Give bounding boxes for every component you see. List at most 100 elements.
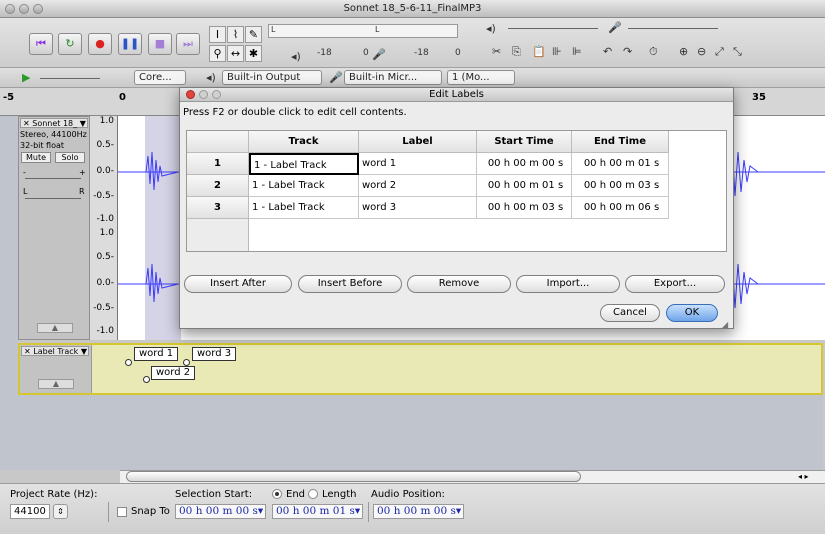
remove-button[interactable]: Remove [407,275,511,293]
gain-minus-label: - [23,168,26,177]
label-track-name-menu[interactable]: ✕ Label Track ▼ [21,346,89,356]
collapse-track-icon[interactable]: ▲ [37,323,73,333]
cell-track[interactable]: 1 - Label Track [249,153,359,175]
snap-to-checkbox[interactable] [117,507,127,517]
length-radio[interactable] [308,489,318,499]
time-shift-tool-icon[interactable]: ↔ [227,45,244,62]
zoom-in-icon[interactable]: ⊕ [679,45,688,58]
scroll-arrows-icon[interactable]: ◂ ▸ [798,472,809,481]
play-at-speed-icon[interactable]: ▶ [22,71,30,84]
zoom-tool-icon[interactable]: ⚲ [209,45,226,62]
cell-end-time[interactable]: 00 h 00 m 03 s [572,175,669,197]
column-header-label[interactable]: Label [359,131,477,153]
length-radio-label: Length [322,489,357,500]
cell-label[interactable]: word 2 [359,175,477,197]
time-format-dropdown-icon[interactable]: ▾ [456,505,461,517]
cell-end-time[interactable]: 00 h 00 m 01 s [572,153,669,175]
column-header-start-time[interactable]: Start Time [477,131,572,153]
cell-label[interactable]: word 3 [359,197,477,219]
left-gutter [0,116,18,470]
label-word-2[interactable]: word 2 [151,366,196,380]
solo-button[interactable]: Solo [55,152,85,163]
empty-track-area[interactable] [18,395,823,470]
insert-before-button[interactable]: Insert Before [298,275,402,293]
label-track-control-panel[interactable]: ✕ Label Track ▼ ▲ [20,345,92,393]
ok-button[interactable]: OK [666,304,718,322]
playback-volume-slider[interactable] [508,28,598,29]
selection-end-time[interactable]: 00 h 00 m 01 s▾ [272,504,363,519]
sync-lock-icon[interactable]: ⏱ [649,45,658,59]
cell-label[interactable]: word 1 [359,153,477,175]
input-device-select[interactable]: Built-in Micr... [344,70,442,85]
audio-position-time[interactable]: 00 h 00 m 00 s▾ [373,504,464,519]
audio-position-value: 00 h 00 m 00 s [377,505,456,517]
vruler-tick: 1.0 [99,116,114,126]
selection-tool-icon[interactable]: I [209,26,226,43]
multi-tool-icon[interactable]: ✱ [245,45,262,62]
end-radio[interactable] [272,489,282,499]
audio-host-select[interactable]: Core... [134,70,186,85]
cell-track[interactable]: 1 - Label Track [249,175,359,197]
draw-tool-icon[interactable]: ✎ [245,26,262,43]
fit-selection-icon[interactable]: ⤢ [715,45,724,59]
trim-icon[interactable]: ⊪ [552,45,562,58]
time-format-dropdown-icon[interactable]: ▾ [258,505,263,517]
label-handle-icon[interactable] [183,359,190,366]
time-format-dropdown-icon[interactable]: ▾ [355,505,360,517]
cell-start-time[interactable]: 00 h 00 m 03 s [477,197,572,219]
label-word-3[interactable]: word 3 [192,347,237,361]
insert-after-button[interactable]: Insert After [184,275,292,293]
record-volume-slider[interactable] [628,28,718,29]
paste-icon[interactable]: 📋 [532,45,546,58]
row-header[interactable]: 3 [187,197,249,219]
cell-start-time[interactable]: 00 h 00 m 01 s [477,175,572,197]
stop-button[interactable]: ■ [148,33,172,55]
dialog-close-icon[interactable] [186,90,195,99]
record-button[interactable]: ● [88,33,112,55]
skip-to-end-button[interactable]: ⏭ [176,33,200,55]
cell-track[interactable]: 1 - Label Track [249,197,359,219]
pause-button[interactable]: ❚❚ [118,33,142,55]
label-word-1[interactable]: word 1 [134,347,179,361]
project-rate-select[interactable]: 44100 [10,504,50,519]
cut-icon[interactable]: ✂ [492,45,501,58]
collapse-label-track-icon[interactable]: ▲ [38,379,74,389]
cancel-button[interactable]: Cancel [600,304,660,322]
play-speed-slider[interactable] [40,78,100,79]
skip-to-start-button[interactable]: ⏮ [29,33,53,55]
label-track[interactable]: ✕ Label Track ▼ ▲ word 1 word 2 word 3 [18,343,823,395]
zoom-out-icon[interactable]: ⊖ [697,45,706,58]
fit-project-icon[interactable]: ⤡ [733,45,742,59]
track-name-menu[interactable]: ✕ Sonnet 18_ ▼ [20,118,88,128]
mute-button[interactable]: Mute [21,152,51,163]
export-button[interactable]: Export... [625,275,725,293]
audio-track-control-panel[interactable]: ✕ Sonnet 18_ ▼ Stereo, 44100Hz 32-bit fl… [18,116,90,340]
input-channels-select[interactable]: 1 (Mo... [447,70,515,85]
row-header[interactable]: 1 [187,153,249,175]
gain-slider[interactable] [25,178,81,179]
pan-slider[interactable] [25,198,81,199]
project-rate-stepper-icon[interactable]: ⇕ [53,504,68,519]
labels-grid[interactable]: Track Label Start Time End Time 1 1 - La… [186,130,727,252]
output-device-select[interactable]: Built-in Output [222,70,322,85]
scrollbar-thumb[interactable] [126,471,581,482]
column-header-end-time[interactable]: End Time [572,131,669,153]
redo-icon[interactable]: ↷ [623,45,632,58]
selection-start-time[interactable]: 00 h 00 m 00 s▾ [175,504,266,519]
silence-icon[interactable]: ⊫ [572,45,582,58]
envelope-tool-icon[interactable]: ⌇ [227,26,244,43]
toolbar-divider [368,502,369,522]
undo-icon[interactable]: ↶ [603,45,612,58]
resize-grip-icon[interactable]: ◢ [722,320,728,329]
column-header-track[interactable]: Track [249,131,359,153]
playback-volume-icon: ◂) [486,22,496,35]
loop-play-icon[interactable]: ↻ [58,33,82,55]
import-button[interactable]: Import... [516,275,620,293]
copy-icon[interactable]: ⎘ [512,45,521,59]
cell-start-time[interactable]: 00 h 00 m 00 s [477,153,572,175]
label-handle-icon[interactable] [125,359,132,366]
row-header[interactable]: 2 [187,175,249,197]
label-handle-icon[interactable] [143,376,150,383]
playback-meter[interactable]: L L [268,24,458,38]
cell-end-time[interactable]: 00 h 00 m 06 s [572,197,669,219]
